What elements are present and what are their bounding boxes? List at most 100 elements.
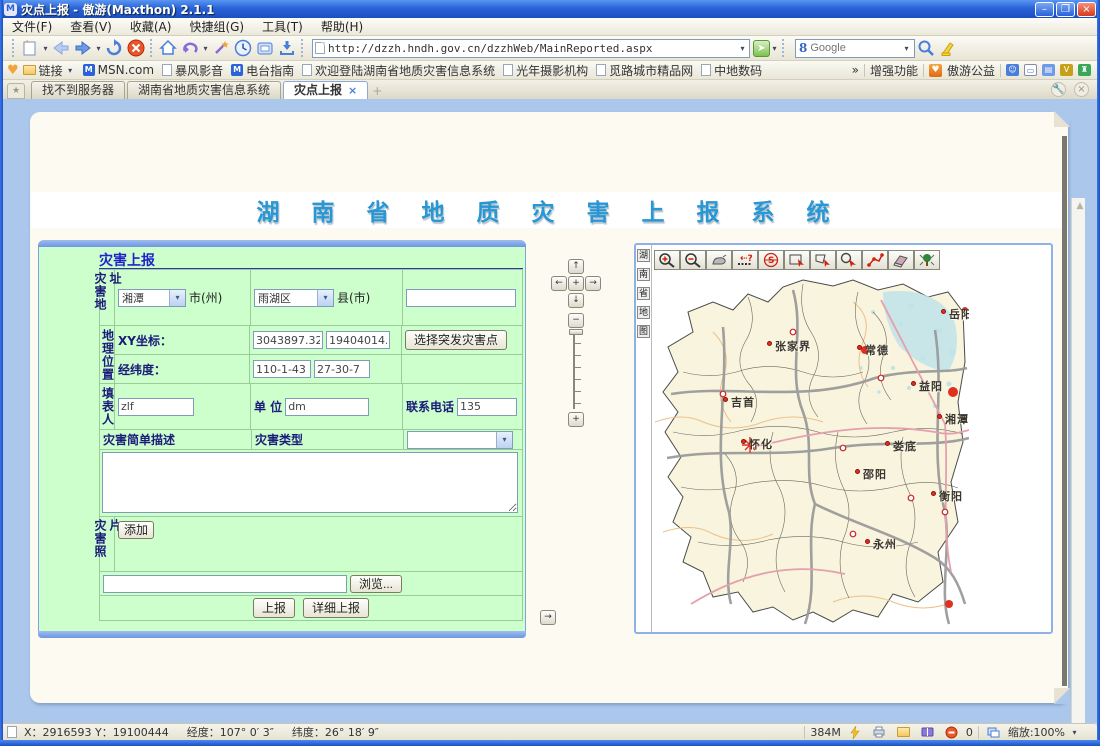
tab-server-not-found[interactable]: 找不到服务器	[31, 81, 125, 99]
address-input[interactable]	[328, 42, 738, 55]
county-select[interactable]: 雨湖区 ▾	[254, 289, 334, 307]
select-shape-icon[interactable]	[810, 250, 836, 270]
zoom-in-step-icon[interactable]: +	[568, 412, 584, 427]
boost-lightning-icon[interactable]	[849, 726, 861, 739]
bookmark-zhongdi[interactable]: 中地数码	[697, 62, 766, 79]
menu-tools[interactable]: 工具(T)	[253, 18, 312, 36]
menu-view[interactable]: 查看(V)	[61, 18, 121, 36]
address-bar[interactable]: ▾	[312, 39, 750, 58]
scroll-up-icon[interactable]: ▲	[1072, 198, 1085, 214]
maximize-button[interactable]: ❐	[1056, 2, 1075, 17]
city-select[interactable]: 湘潭 ▾	[118, 289, 186, 307]
tab-settings-wrench-icon[interactable]: 🔧	[1051, 82, 1066, 97]
window-resize-icon[interactable]	[987, 727, 1000, 738]
pan-left-icon[interactable]: ←	[551, 276, 567, 291]
book-icon[interactable]	[921, 726, 934, 738]
zoom-box-icon[interactable]	[836, 250, 862, 270]
zoom-slider-handle[interactable]	[569, 329, 583, 335]
folder-icon[interactable]	[897, 727, 910, 737]
window-icon[interactable]: ▭	[1024, 64, 1037, 76]
chevron-down-icon[interactable]: ▾	[169, 290, 185, 306]
favorites-heart-icon[interactable]: ♥	[7, 63, 19, 78]
bookmark-photo-studio[interactable]: 光年摄影机构	[499, 62, 592, 79]
file-path-input[interactable]	[103, 575, 347, 593]
unit-input[interactable]	[285, 398, 369, 416]
measure-distance-icon[interactable]: ⇠?	[732, 250, 758, 270]
x-coordinate-input[interactable]	[253, 331, 323, 349]
add-photo-button[interactable]: 添加	[118, 521, 154, 539]
forward-icon[interactable]	[72, 38, 94, 59]
draw-line-icon[interactable]	[862, 250, 888, 270]
menu-file[interactable]: 文件(F)	[3, 18, 61, 36]
maxthon-charity-icon[interactable]: ♥	[929, 64, 942, 77]
eraser-icon[interactable]	[888, 250, 914, 270]
download-icon[interactable]	[276, 38, 298, 59]
stop-icon[interactable]	[125, 38, 147, 59]
new-page-dropdown-icon[interactable]: ▾	[41, 44, 50, 53]
pan-down-icon[interactable]: ↓	[568, 293, 584, 308]
tab-close-all-icon[interactable]: ×	[1074, 82, 1089, 97]
measure-area-icon[interactable]: S	[758, 250, 784, 270]
zoom-dropdown-icon[interactable]: ▾	[1070, 728, 1079, 737]
bookmark-hunan-geo-system[interactable]: 欢迎登陆湖南省地质灾害信息系统	[298, 62, 499, 79]
search-engine-dropdown-icon[interactable]: ▾	[902, 44, 911, 53]
select-box-icon[interactable]	[784, 250, 810, 270]
pan-right-icon[interactable]: →	[585, 276, 601, 291]
submit-button[interactable]: 上报	[253, 598, 295, 618]
phone-input[interactable]	[457, 398, 517, 416]
highlighter-icon[interactable]	[937, 38, 959, 59]
minimize-button[interactable]: –	[1035, 2, 1054, 17]
page-scrollbar[interactable]: ▲ ▼	[1071, 198, 1085, 723]
go-dropdown-icon[interactable]: ▾	[770, 44, 779, 53]
user-icon[interactable]: ☺	[1006, 64, 1019, 76]
zoom-out-step-icon[interactable]: −	[568, 313, 584, 328]
detail-submit-button[interactable]: 详细上报	[303, 598, 369, 618]
description-textarea[interactable]	[102, 452, 518, 513]
zoom-in-icon[interactable]	[654, 250, 680, 270]
menu-favorites[interactable]: 收藏(A)	[121, 18, 181, 36]
tab-disaster-report[interactable]: 灾点上报 ×	[283, 81, 368, 99]
pan-center-icon[interactable]: +	[568, 276, 584, 291]
address-dropdown-icon[interactable]: ▾	[738, 44, 747, 53]
back-icon[interactable]	[50, 38, 72, 59]
bookmark-msn[interactable]: M MSN.com	[79, 63, 158, 77]
full-extent-icon[interactable]	[914, 250, 940, 270]
refresh-icon[interactable]	[103, 38, 125, 59]
undo-dropdown-icon[interactable]: ▾	[201, 44, 210, 53]
search-icon[interactable]	[915, 38, 937, 59]
history-dropdown-icon[interactable]: ▾	[94, 44, 103, 53]
tab-hunan-geo-system[interactable]: 湖南省地质灾害信息系统	[127, 81, 281, 99]
printer-icon[interactable]	[872, 726, 886, 738]
menu-help[interactable]: 帮助(H)	[312, 18, 372, 36]
longitude-input[interactable]	[253, 360, 311, 378]
search-input[interactable]	[810, 42, 902, 54]
pick-disaster-point-button[interactable]: 选择突发灾害点	[405, 330, 507, 350]
v-plugin-icon[interactable]: V	[1060, 64, 1073, 76]
disaster-type-select[interactable]: ▾	[407, 431, 513, 449]
filter-wand-icon[interactable]	[210, 38, 232, 59]
new-page-icon[interactable]	[19, 38, 41, 59]
chevron-down-icon[interactable]: ▾	[317, 290, 333, 306]
pan-up-icon[interactable]: ↑	[568, 259, 584, 274]
history-clock-icon[interactable]	[232, 38, 254, 59]
maxthon-charity-link[interactable]: 傲游公益	[947, 62, 995, 79]
new-tab-icon[interactable]: +	[372, 83, 382, 99]
map-canvas[interactable]: 张家界常德益阳吉首怀化湘潭娄底邵阳衡阳永州岳阳	[653, 272, 969, 626]
notes-icon[interactable]: ▤	[1042, 64, 1055, 76]
collapse-panel-icon[interactable]: →	[540, 610, 556, 625]
bookmark-city-boutique[interactable]: 觅路城市精品网	[592, 62, 697, 79]
bookmark-storm-player[interactable]: 暴风影音	[158, 62, 227, 79]
home-icon[interactable]	[157, 38, 179, 59]
capture-icon[interactable]	[254, 38, 276, 59]
bookmark-links-folder[interactable]: 链接 ▾	[19, 62, 79, 79]
y-coordinate-input[interactable]	[326, 331, 390, 349]
pan-hand-icon[interactable]	[706, 250, 732, 270]
go-button[interactable]: ➤	[753, 40, 770, 57]
zoom-out-icon[interactable]	[680, 250, 706, 270]
zoom-level[interactable]: 缩放:100%	[1008, 724, 1065, 740]
reporter-name-input[interactable]	[118, 398, 194, 416]
chevron-down-icon[interactable]: ▾	[496, 432, 512, 448]
bookmark-radio-guide[interactable]: M 电台指南	[227, 62, 298, 79]
undo-icon[interactable]	[179, 38, 201, 59]
close-button[interactable]: ×	[1077, 2, 1096, 17]
